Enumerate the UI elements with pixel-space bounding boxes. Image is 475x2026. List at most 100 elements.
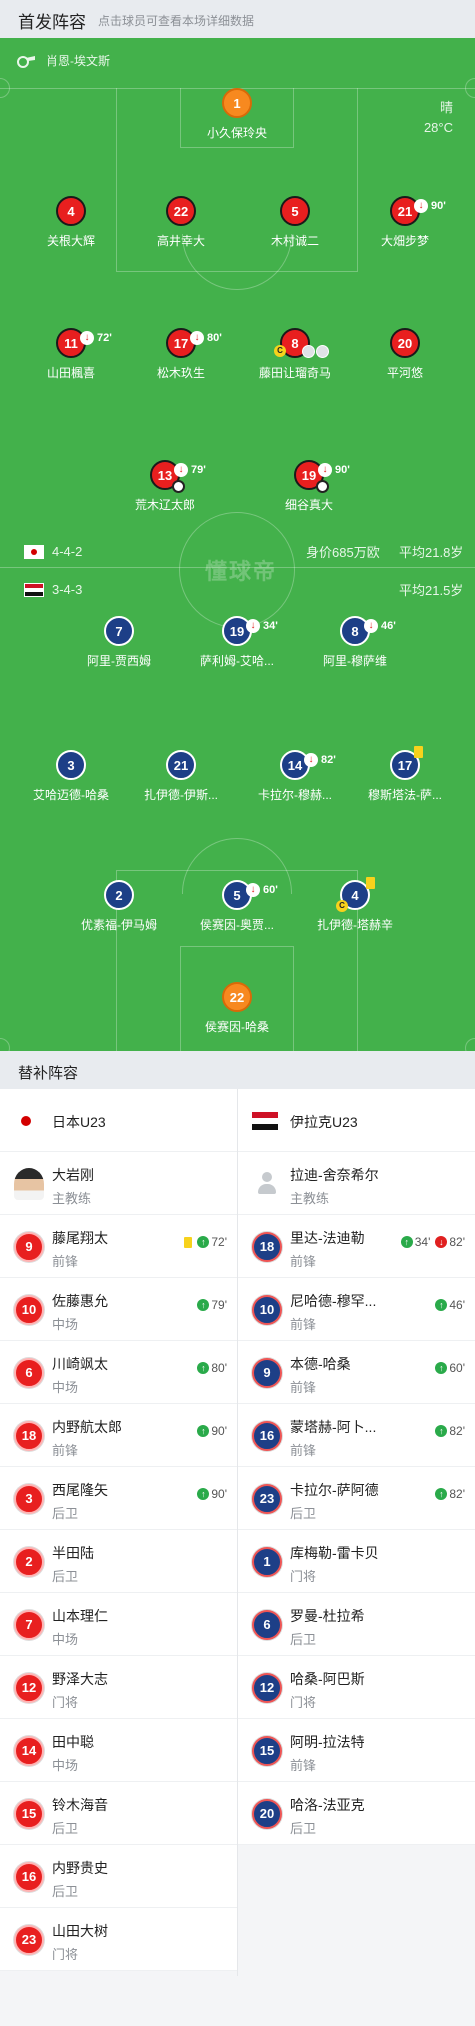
jersey-number: 18: [14, 1421, 44, 1451]
sub-player-row[interactable]: 2 半田陆 后卫: [0, 1530, 237, 1593]
away-player[interactable]: 14 ↓ 82' 卡拉尔-穆赫...: [240, 750, 350, 803]
sub-out-icon: ↓: [246, 883, 260, 897]
coach-row[interactable]: 拉迪-舍奈希尔 主教练: [238, 1152, 475, 1215]
player-name: 艾哈迈德-哈桑: [33, 788, 109, 802]
jersey-number: 8 ↓ 46': [340, 616, 396, 646]
player-position: 门将: [290, 1695, 317, 1710]
jersey-number: 23: [14, 1925, 44, 1955]
sub-out-badge: ↓ 90': [414, 192, 446, 220]
coach-row[interactable]: 大岩刚 主教练: [0, 1152, 237, 1215]
corner-arc: [465, 78, 475, 98]
home-player[interactable]: 1 小久保玲央: [182, 88, 292, 141]
player-position: 中场: [52, 1317, 79, 1332]
away-player[interactable]: 5 ↓ 60' 侯赛因-奥贾...: [182, 880, 292, 933]
sub-out-badge: ↓ 72': [80, 324, 112, 352]
away-player[interactable]: 4 扎伊德-塔赫辛: [300, 880, 410, 933]
yellow-card-icon: [184, 1236, 193, 1248]
sub-out-icon: ↓: [80, 331, 94, 345]
home-team-row: 日本U23: [0, 1089, 237, 1152]
player-name: 山田大树: [52, 1923, 108, 1939]
sub-player-row[interactable]: 23 卡拉尔-萨阿德 后卫 ↑ 82': [238, 1467, 475, 1530]
sub-events: ↑ 82': [430, 1487, 465, 1501]
sub-events: ↑ 79': [192, 1298, 227, 1312]
sub-player-row[interactable]: 12 野泽大志 门将: [0, 1656, 237, 1719]
home-player[interactable]: 19 ↓ 90' 细谷真大: [254, 460, 364, 513]
sub-player-row[interactable]: 14 田中聪 中场: [0, 1719, 237, 1782]
weather-temperature: 28°C: [423, 120, 453, 135]
home-player[interactable]: 22 高井幸大: [126, 196, 236, 249]
sub-player-row[interactable]: 1 库梅勒-雷卡贝 门将: [238, 1530, 475, 1593]
team-name: 日本U23: [52, 1114, 106, 1130]
home-player[interactable]: 8 藤田让瑠奇马: [240, 328, 350, 381]
sub-player-row[interactable]: 9 本德-哈桑 前锋 ↑ 60': [238, 1341, 475, 1404]
sub-out-icon: ↓: [318, 463, 332, 477]
jersey-number: 7: [14, 1610, 44, 1640]
jersey-number: 19 ↓ 34': [222, 616, 278, 646]
away-team-line: 3-4-3 平均21.5岁: [24, 582, 464, 598]
player-position: 门将: [52, 1695, 79, 1710]
jersey-number: 14 ↓ 82': [280, 750, 336, 780]
away-player[interactable]: 19 ↓ 34' 萨利姆-艾哈...: [182, 616, 292, 669]
sub-player-row[interactable]: 20 哈洛-法亚克 后卫: [238, 1782, 475, 1845]
player-position: 后卫: [290, 1506, 317, 1521]
sub-player-row[interactable]: 16 内野贵史 后卫: [0, 1845, 237, 1908]
sub-player-row[interactable]: 12 哈桑-阿巴斯 门将: [238, 1656, 475, 1719]
event: [184, 1236, 193, 1248]
avatar: [252, 1168, 282, 1200]
home-player[interactable]: 20 平河悠: [350, 328, 460, 381]
away-player[interactable]: 21 扎伊德-伊斯...: [126, 750, 236, 803]
referee-name: 肖恩-埃文斯: [46, 53, 110, 68]
player-name: 扎伊德-伊斯...: [144, 788, 218, 802]
sub-player-row[interactable]: 15 阿明-拉法特 前锋: [238, 1719, 475, 1782]
home-player[interactable]: 21 ↓ 90' 大畑步梦: [350, 196, 460, 249]
player-name: 内野贵史: [52, 1860, 108, 1876]
sub-player-row[interactable]: 3 西尾隆矢 后卫 ↑ 90': [0, 1467, 237, 1530]
home-player[interactable]: 13 ↓ 79' 荒木辽太郎: [110, 460, 220, 513]
sub-player-row[interactable]: 6 川崎飒太 中场 ↑ 80': [0, 1341, 237, 1404]
sub-events: ↑ 90': [192, 1424, 227, 1438]
sub-player-row[interactable]: 6 罗曼-杜拉希 后卫: [238, 1593, 475, 1656]
home-sub-list: 9 藤尾翔太 前锋 ↑ 72' 10 佐藤惠允 中场 ↑ 79' 6 川崎飒太 中场 ↑ 80' 18 内野航太…: [0, 1215, 237, 1971]
player-name: 扎伊德-塔赫辛: [317, 918, 393, 932]
jersey-number: 16: [14, 1862, 44, 1892]
away-formation: 3-4-3: [52, 582, 83, 597]
home-subs-column: 日本U23 大岩刚 主教练 9 藤尾翔太 前锋 ↑ 72' 10 佐藤惠允 中场 ↑ 79' 6 川崎…: [0, 1089, 237, 1971]
section-hint: 点击球员可查看本场详细数据: [98, 14, 255, 28]
sub-player-row[interactable]: 10 佐藤惠允 中场 ↑ 79': [0, 1278, 237, 1341]
sub-player-row[interactable]: 23 山田大树 门将: [0, 1908, 237, 1971]
player-position: 中场: [52, 1380, 79, 1395]
coach-name: 拉迪-舍奈希尔: [290, 1167, 379, 1183]
sub-out-icon: ↓: [304, 753, 318, 767]
home-player[interactable]: 5 木村诚二: [240, 196, 350, 249]
away-player[interactable]: 8 ↓ 46' 阿里-穆萨维: [300, 616, 410, 669]
away-player[interactable]: 7 阿里-贾西姆: [64, 616, 174, 669]
sub-player-row[interactable]: 10 尼哈德-穆罕... 前锋 ↑ 46': [238, 1278, 475, 1341]
away-player[interactable]: 3 艾哈迈德-哈桑: [16, 750, 126, 803]
sub-player-row[interactable]: 7 山本理仁 中场: [0, 1593, 237, 1656]
sub-minute: 90': [431, 200, 446, 212]
home-player[interactable]: 17 ↓ 80' 松木玖生: [126, 328, 236, 381]
jersey-number: 6: [14, 1358, 44, 1388]
sub-minute: 72': [97, 332, 112, 344]
sub-player-row[interactable]: 18 内野航太郎 前锋 ↑ 90': [0, 1404, 237, 1467]
event: ↑ 60': [435, 1361, 465, 1375]
sub-player-row[interactable]: 18 里达-法迪勒 前锋 ↑ 34' ↓ 82': [238, 1215, 475, 1278]
away-player[interactable]: 22 侯赛因-哈桑: [182, 982, 292, 1035]
sub-player-row[interactable]: 16 蒙塔赫-阿卜... 前锋 ↑ 82': [238, 1404, 475, 1467]
japan-flag-icon: [18, 1113, 34, 1129]
jersey-number: 2: [14, 1547, 44, 1577]
sub-player-row[interactable]: 9 藤尾翔太 前锋 ↑ 72': [0, 1215, 237, 1278]
jersey-number: 12: [252, 1673, 282, 1703]
home-player[interactable]: 11 ↓ 72' 山田楓喜: [16, 328, 126, 381]
player-name: 穆斯塔法-萨...: [368, 788, 442, 802]
sub-player-row[interactable]: 15 铃木海音 后卫: [0, 1782, 237, 1845]
away-player[interactable]: 2 优素福-伊马姆: [64, 880, 174, 933]
event-minute: 90': [211, 1424, 227, 1438]
player-name: 高井幸大: [156, 234, 205, 248]
coach-name: 大岩刚: [52, 1167, 94, 1183]
event: ↑ 82': [435, 1424, 465, 1438]
sub-in-icon: ↑: [197, 1425, 210, 1437]
away-player[interactable]: 17 穆斯塔法-萨...: [350, 750, 460, 803]
event-minute: 82': [449, 1424, 465, 1438]
home-player[interactable]: 4 关根大辉: [16, 196, 126, 249]
